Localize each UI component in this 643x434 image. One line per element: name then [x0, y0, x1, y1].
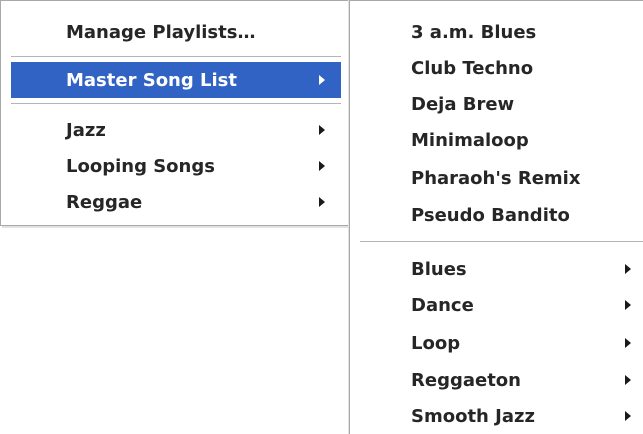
genre-item-blues[interactable]: Blues — [350, 251, 643, 287]
playlist-item-label: Reggae — [66, 192, 143, 213]
playlist-item-jazz[interactable]: Jazz — [1, 112, 348, 148]
genre-item-label: Reggaeton — [411, 370, 521, 391]
submenu-arrow-icon — [319, 112, 326, 148]
playlist-item-reggae[interactable]: Reggae — [1, 184, 348, 220]
song-item[interactable]: Minimaloop — [350, 122, 643, 158]
menu-separator — [11, 56, 341, 58]
playlist-item-label: Looping Songs — [66, 156, 215, 177]
playlist-item-label: Jazz — [66, 120, 106, 141]
genre-item-label: Dance — [411, 295, 474, 316]
submenu-arrow-icon — [625, 251, 632, 287]
song-item-label: Pseudo Bandito — [411, 205, 570, 226]
manage-playlists-label: Manage Playlists… — [66, 22, 256, 43]
song-item[interactable]: Deja Brew — [350, 86, 643, 122]
master-song-list-item[interactable]: Master Song List — [11, 62, 341, 98]
master-song-list-submenu: 3 a.m. Blues Club Techno Deja Brew Minim… — [349, 0, 643, 434]
genre-item-label: Loop — [411, 333, 461, 354]
song-item-label: 3 a.m. Blues — [411, 22, 537, 43]
submenu-arrow-icon — [625, 398, 632, 434]
submenu-arrow-icon — [625, 362, 632, 398]
song-item-label: Deja Brew — [411, 94, 515, 115]
manage-playlists-item[interactable]: Manage Playlists… — [1, 14, 348, 50]
submenu-arrow-icon — [625, 287, 632, 323]
genre-item-smooth-jazz[interactable]: Smooth Jazz — [350, 398, 643, 434]
song-item[interactable]: Pharaoh's Remix — [350, 160, 643, 196]
submenu-arrow-icon — [319, 184, 326, 220]
playlist-context-menu: Manage Playlists… Master Song List Jazz … — [0, 0, 349, 226]
genre-item-dance[interactable]: Dance — [350, 287, 643, 323]
submenu-arrow-icon — [319, 62, 326, 98]
song-item[interactable]: 3 a.m. Blues — [350, 14, 643, 50]
playlist-item-looping-songs[interactable]: Looping Songs — [1, 148, 348, 184]
submenu-arrow-icon — [625, 325, 632, 361]
song-item[interactable]: Pseudo Bandito — [350, 197, 643, 233]
song-item[interactable]: Club Techno — [350, 50, 643, 86]
genre-item-label: Blues — [411, 259, 467, 280]
genre-item-label: Smooth Jazz — [411, 406, 535, 427]
submenu-arrow-icon — [319, 148, 326, 184]
song-item-label: Club Techno — [411, 58, 534, 79]
genre-item-reggaeton[interactable]: Reggaeton — [350, 362, 643, 398]
master-song-list-label: Master Song List — [66, 70, 237, 91]
song-item-label: Pharaoh's Remix — [411, 168, 581, 189]
menu-separator — [360, 241, 643, 243]
song-item-label: Minimaloop — [411, 130, 529, 151]
genre-item-loop[interactable]: Loop — [350, 325, 643, 361]
menu-separator — [11, 103, 341, 105]
